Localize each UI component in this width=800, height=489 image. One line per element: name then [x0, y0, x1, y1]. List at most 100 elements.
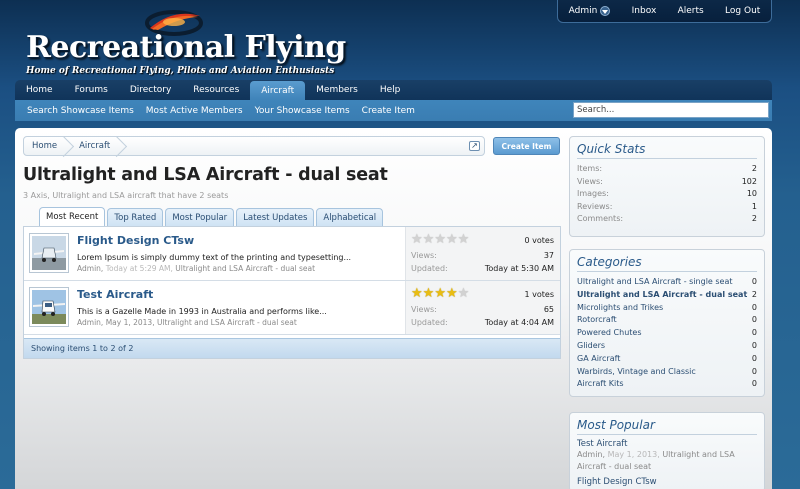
item-category[interactable]: Ultralight and LSA Aircraft - dual seat [157, 318, 297, 327]
category-count: 0 [751, 366, 757, 376]
logout-link[interactable]: Log Out [725, 6, 760, 16]
category-link[interactable]: Aircraft Kits [577, 378, 624, 391]
account-menu[interactable]: Admin [569, 6, 611, 16]
category-link[interactable]: Ultralight and LSA Aircraft - single sea… [577, 276, 733, 289]
star-icon[interactable]: ★ [434, 233, 446, 246]
list-item: Test Aircraft This is a Gazelle Made in … [24, 281, 560, 335]
category-count: 0 [751, 315, 757, 325]
stat-row: Comments: 2 [577, 213, 757, 226]
quick-stats-title: Quick Stats [577, 142, 757, 159]
breadcrumb-home[interactable]: Home [24, 137, 71, 155]
category-link[interactable]: Warbirds, Vintage and Classic [577, 366, 696, 379]
list-footer: Showing items 1 to 2 of 2 [24, 338, 560, 358]
search-showcase-link[interactable]: Search Showcase Items [27, 106, 134, 116]
tab-most-recent[interactable]: Most Recent [39, 207, 106, 226]
popular-item-meta: Admin, May 1, 2013, Ultralight and LSA A… [577, 449, 757, 473]
stat-label: Reviews: [577, 201, 613, 211]
categories-panel: Categories Ultralight and LSA Aircraft -… [569, 249, 765, 397]
star-icon[interactable]: ★ [458, 287, 470, 300]
category-row: Ultralight and LSA Aircraft - single sea… [577, 276, 757, 289]
item-thumbnail[interactable] [29, 287, 69, 327]
tab-alphabetical[interactable]: Alphabetical [316, 208, 384, 226]
star-icon[interactable]: ★ [434, 287, 446, 300]
item-stats: ★ ★ ★ ★ ★ 1 votes Views: 65 Updated: Today a… [405, 281, 560, 334]
category-link[interactable]: Powered Chutes [577, 327, 642, 340]
stat-row: Reviews: 1 [577, 201, 757, 214]
rating-stars[interactable]: ★ ★ ★ ★ ★ [411, 233, 470, 246]
stat-label: Images: [577, 189, 609, 199]
rating-stars[interactable]: ★ ★ ★ ★ ★ [411, 287, 470, 300]
nav-tab-forums[interactable]: Forums [64, 80, 119, 100]
search-input[interactable] [573, 102, 769, 118]
most-active-members-link[interactable]: Most Active Members [146, 106, 243, 116]
tab-top-rated[interactable]: Top Rated [107, 208, 164, 226]
category-row: Aircraft Kits 0 [577, 378, 757, 391]
popular-item-date: May 1, 2013, [607, 450, 660, 459]
item-date: May 1, 2013, [105, 318, 155, 327]
item-title[interactable]: Test Aircraft [77, 288, 153, 301]
category-link[interactable]: Microlights and Trikes [577, 302, 663, 315]
tab-latest-updates[interactable]: Latest Updates [236, 208, 315, 226]
quick-stats-panel: Quick Stats Items: 2 Views: 102 Images: 10 Rev… [569, 136, 765, 237]
star-icon[interactable]: ★ [458, 233, 470, 246]
category-link[interactable]: Ultralight and LSA Aircraft - dual seat [577, 289, 747, 302]
your-showcase-link[interactable]: Your Showcase Items [255, 106, 350, 116]
aircraft-photo-icon [32, 236, 66, 270]
item-author[interactable]: Admin, [77, 264, 103, 273]
star-icon[interactable]: ★ [411, 287, 423, 300]
popular-item-author[interactable]: Admin, [577, 450, 605, 459]
create-item-link[interactable]: Create Item [362, 106, 415, 116]
most-popular-panel: Most Popular Test Aircraft Admin, May 1,… [569, 412, 765, 489]
category-link[interactable]: Rotorcraft [577, 314, 617, 327]
nav-tab-resources[interactable]: Resources [182, 80, 250, 100]
site-tagline: Home of Recreational Flying, Pilots and … [26, 66, 335, 76]
category-link[interactable]: GA Aircraft [577, 353, 620, 366]
stat-value: 1 [751, 201, 757, 211]
item-snippet: This is a Gazelle Made in 1993 in Austra… [77, 307, 327, 316]
popular-item-title[interactable]: Test Aircraft [577, 439, 757, 449]
account-label: Admin [568, 6, 598, 16]
views-label: Views: [411, 251, 437, 260]
category-row: Ultralight and LSA Aircraft - dual seat 2 [577, 289, 757, 302]
category-row: Powered Chutes 0 [577, 327, 757, 340]
star-icon[interactable]: ★ [411, 233, 423, 246]
create-item-button[interactable]: Create Item [493, 137, 560, 155]
category-count: 0 [751, 379, 757, 389]
breadcrumb-aircraft[interactable]: Aircraft [71, 137, 124, 155]
updated-value: Today at 4:04 AM [484, 318, 554, 327]
items-list: Flight Design CTsw Lorem Ipsum is simply… [23, 226, 561, 359]
jump-to-icon[interactable]: ↗ [469, 141, 480, 151]
stat-label: Comments: [577, 214, 624, 224]
views-value: 37 [543, 251, 554, 260]
star-icon[interactable]: ★ [446, 287, 458, 300]
star-icon[interactable]: ★ [423, 287, 435, 300]
stat-label: Views: [577, 176, 603, 186]
category-link[interactable]: Gliders [577, 340, 605, 353]
alerts-link[interactable]: Alerts [678, 6, 704, 16]
nav-tab-help[interactable]: Help [369, 80, 412, 100]
item-author[interactable]: Admin, [77, 318, 103, 327]
nav-tab-directory[interactable]: Directory [119, 80, 182, 100]
star-icon[interactable]: ★ [446, 233, 458, 246]
list-item: Flight Design CTsw Lorem Ipsum is simply… [24, 227, 560, 281]
nav-tab-members[interactable]: Members [305, 80, 369, 100]
nav-tab-aircraft[interactable]: Aircraft [250, 81, 306, 100]
item-meta: Admin, May 1, 2013, Ultralight and LSA A… [77, 318, 297, 327]
category-count: 0 [751, 302, 757, 312]
categories-title: Categories [577, 255, 757, 272]
updated-label: Updated: [411, 318, 448, 327]
tab-most-popular[interactable]: Most Popular [165, 208, 235, 226]
popular-item-title[interactable]: Flight Design CTsw [577, 477, 757, 487]
category-count: 0 [751, 353, 757, 363]
category-row: GA Aircraft 0 [577, 353, 757, 366]
stat-row: Items: 2 [577, 163, 757, 176]
nav-tab-home[interactable]: Home [15, 80, 64, 100]
breadcrumb: Home Aircraft ↗ [23, 136, 485, 156]
item-category[interactable]: Ultralight and LSA Aircraft - dual seat [175, 264, 315, 273]
page-title: Ultralight and LSA Aircraft - dual seat [23, 165, 388, 185]
views-value: 65 [543, 305, 554, 314]
inbox-link[interactable]: Inbox [632, 6, 657, 16]
item-title[interactable]: Flight Design CTsw [77, 234, 194, 247]
item-thumbnail[interactable] [29, 233, 69, 273]
star-icon[interactable]: ★ [423, 233, 435, 246]
